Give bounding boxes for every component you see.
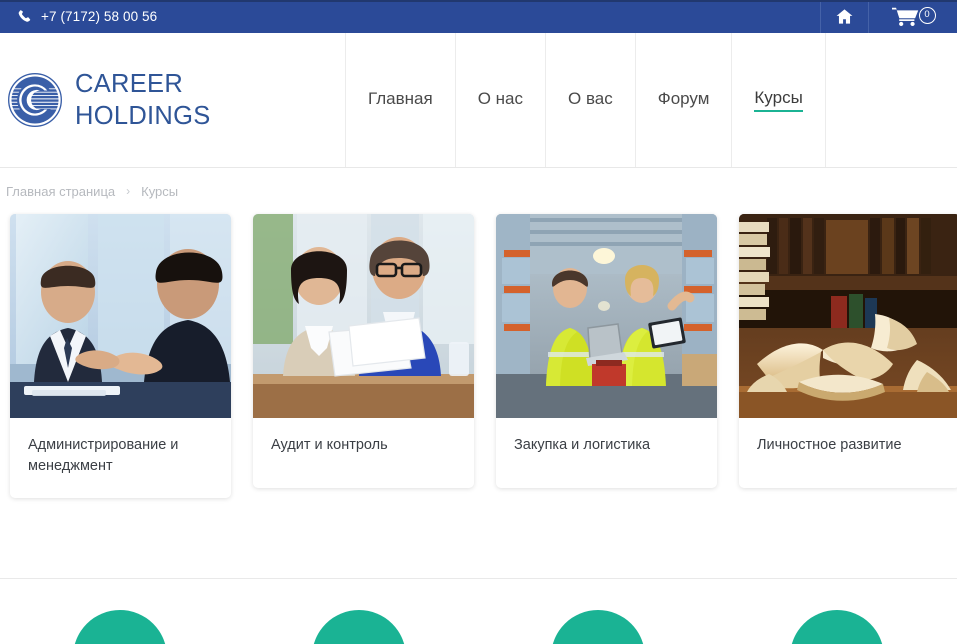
cart-icon [891,6,921,27]
course-card-image [739,214,957,418]
nav-item-forum[interactable]: Форум [634,33,732,167]
nav-label: О вас [568,89,613,108]
cart-count-badge: 0 [918,7,936,24]
nav-item-glavnaya[interactable]: Главная [345,33,455,167]
nav-item-o-vas[interactable]: О вас [545,33,635,167]
course-card[interactable]: Закупка и логистика [496,214,717,488]
course-card-image [10,214,231,418]
course-card-body: Администрирование и менеджмент [10,418,231,498]
nav-item-o-nas[interactable]: О нас [454,33,545,167]
main-navigation: Главная О нас О вас Форум Курсы [345,33,826,167]
features-row [0,579,957,644]
book-icon [100,625,140,644]
cart-wrapper: 0 [891,6,936,27]
course-card-body: Личностное развитие [739,418,957,488]
nav-label: Форум [657,89,710,108]
course-card-body: Аудит и контроль [253,418,474,488]
course-card-list: Администрирование и менеджмент Аудит и к… [0,214,957,499]
certificate-icon [339,625,379,644]
course-card-title: Личностное развитие [757,437,902,453]
feature-circle-certificate[interactable] [311,610,406,644]
top-bar: +7 (7172) 58 00 56 0 [0,0,957,33]
cart-button[interactable]: 0 [868,0,957,33]
brand-line-2: HOLDINGS [75,102,211,130]
home-button[interactable] [820,0,868,33]
feature-item [479,610,718,644]
feature-item [239,610,478,644]
brand-line-1: CAREER [75,69,184,98]
phone-number-label: +7 (7172) 58 00 56 [41,9,158,24]
course-card-image [253,214,474,418]
breadcrumb-separator-icon: › [126,184,131,198]
course-card-image [496,214,717,418]
brand-logo-link[interactable]: CAREER HOLDINGS [0,33,345,167]
course-card[interactable]: Администрирование и менеджмент [10,214,231,499]
course-card-title: Аудит и контроль [271,437,388,453]
phone-number[interactable]: +7 (7172) 58 00 56 [0,9,157,24]
home-icon [835,7,854,26]
monitor-icon [817,625,857,644]
site-header: CAREER HOLDINGS Главная О нас О вас Фору… [0,33,957,168]
course-card[interactable]: Аудит и контроль [253,214,474,488]
nav-label: Главная [368,89,433,108]
course-card-title: Администрирование и менеджмент [28,437,179,474]
feature-circle-info[interactable] [551,610,646,644]
breadcrumb-current: Курсы [141,183,179,199]
nav-item-kursy[interactable]: Курсы [731,33,826,167]
breadcrumb: Главная страница › Курсы [0,168,957,214]
feature-circle-monitor[interactable] [790,610,885,644]
feature-circle-book[interactable] [72,610,167,644]
course-card-body: Закупка и логистика [496,418,717,488]
info-icon [578,625,618,644]
feature-item [0,610,239,644]
breadcrumb-home-link[interactable]: Главная страница [6,184,115,199]
nav-label: О нас [477,89,524,108]
feature-item [718,610,957,644]
course-card[interactable]: Личностное развитие [739,214,957,488]
phone-icon [17,9,32,24]
brand-name: CAREER HOLDINGS [75,68,211,133]
career-holdings-logo-icon [7,72,63,128]
nav-label: Курсы [754,88,803,112]
course-card-title: Закупка и логистика [514,437,651,453]
